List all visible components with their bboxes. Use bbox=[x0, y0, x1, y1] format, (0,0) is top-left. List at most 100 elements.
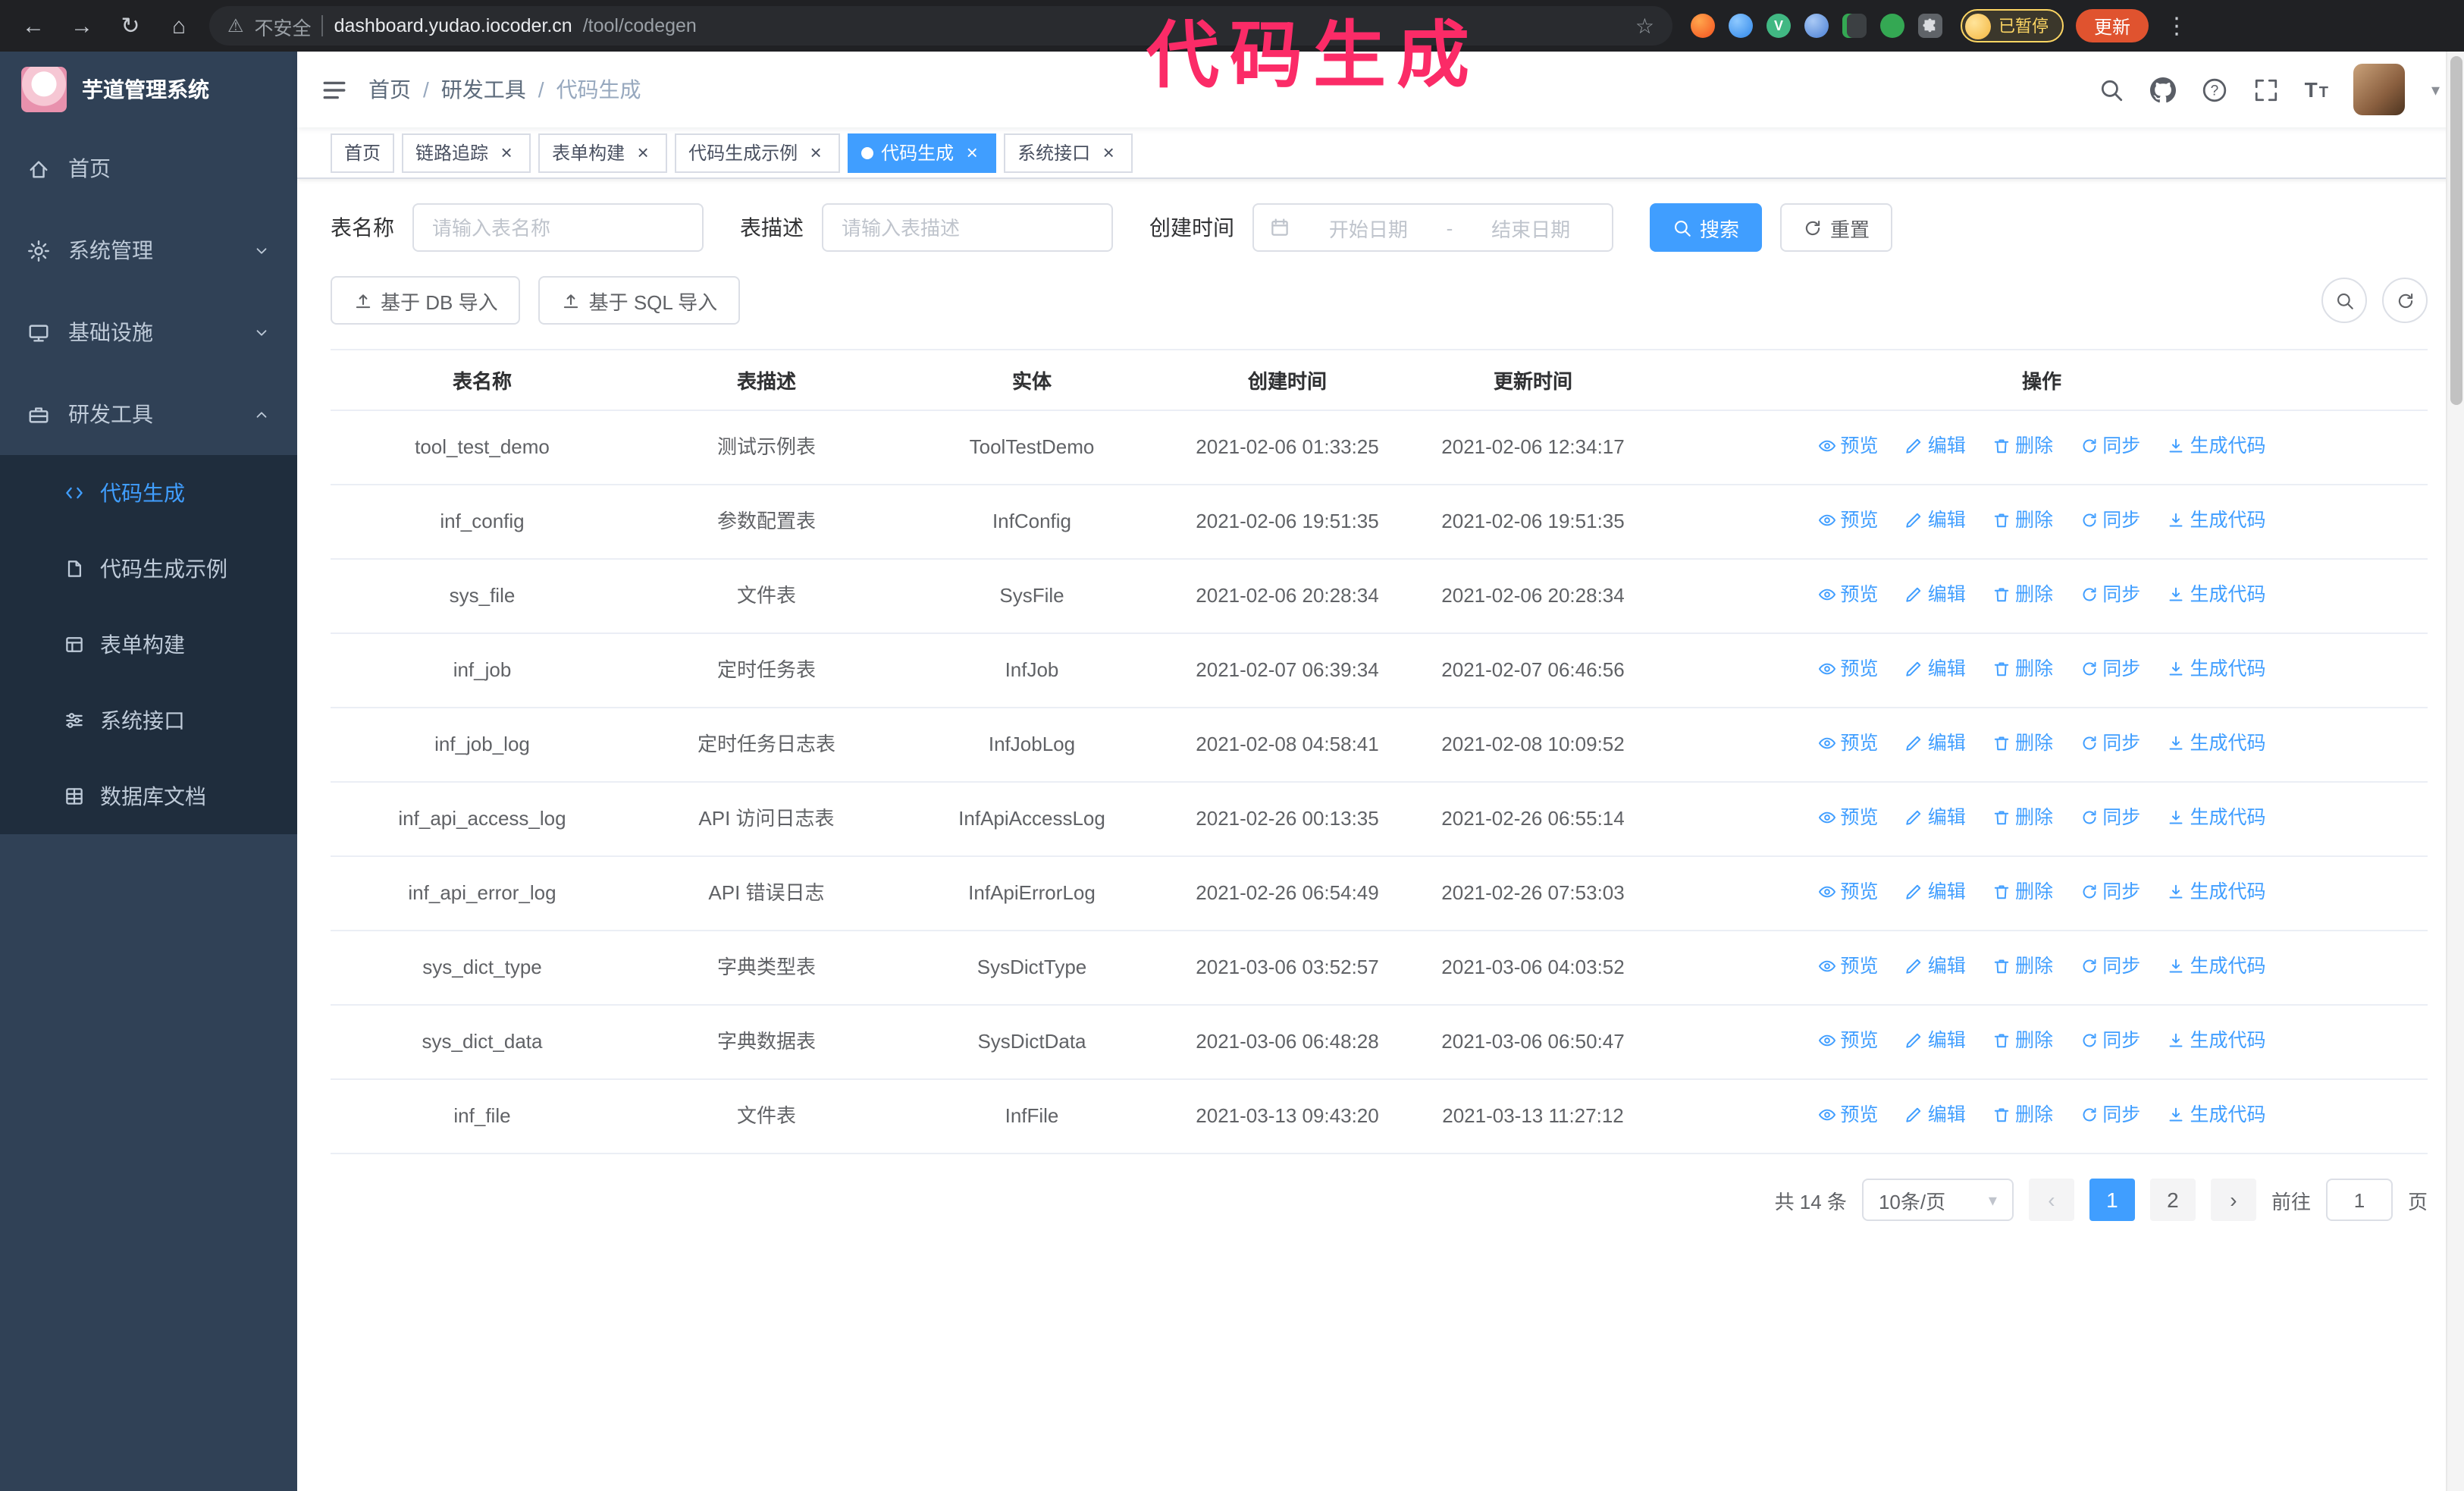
generate-code-link[interactable]: 生成代码 bbox=[2168, 1024, 2266, 1057]
breadcrumb-dev-tools[interactable]: 研发工具 bbox=[441, 74, 526, 105]
extension-icon-blue-drop[interactable] bbox=[1729, 14, 1753, 38]
edit-link[interactable]: 编辑 bbox=[1905, 429, 1966, 463]
address-bar[interactable]: ⚠ 不安全 dashboard.yudao.iocoder.cn/tool/co… bbox=[209, 6, 1672, 46]
edit-link[interactable]: 编辑 bbox=[1905, 1098, 1966, 1132]
sidebar-item-dev-tools[interactable]: 研发工具 bbox=[0, 373, 297, 455]
preview-link[interactable]: 预览 bbox=[1817, 1098, 1878, 1132]
import-db-button[interactable]: 基于 DB 导入 bbox=[331, 276, 521, 325]
delete-link[interactable]: 删除 bbox=[1992, 504, 2053, 537]
prev-page-button[interactable]: ‹ bbox=[2028, 1179, 2074, 1221]
generate-code-link[interactable]: 生成代码 bbox=[2168, 429, 2266, 463]
avatar-caret-down-icon[interactable]: ▾ bbox=[2431, 80, 2440, 99]
view-tab[interactable]: 代码生成示例 × bbox=[675, 133, 841, 172]
generate-code-link[interactable]: 生成代码 bbox=[2168, 504, 2266, 537]
sync-link[interactable]: 同步 bbox=[2080, 727, 2140, 760]
generate-code-link[interactable]: 生成代码 bbox=[2168, 801, 2266, 834]
bookmark-star-icon[interactable]: ☆ bbox=[1635, 13, 1654, 39]
view-tab[interactable]: 首页 × bbox=[331, 133, 395, 172]
extension-icon-green[interactable] bbox=[1880, 14, 1904, 38]
sync-link[interactable]: 同步 bbox=[2080, 875, 2140, 909]
generate-code-link[interactable]: 生成代码 bbox=[2168, 1098, 2266, 1132]
edit-link[interactable]: 编辑 bbox=[1905, 578, 1966, 611]
sidebar-item-codegen[interactable]: 代码生成 bbox=[0, 455, 297, 531]
tab-close-icon[interactable]: × bbox=[1098, 142, 1119, 163]
view-tab[interactable]: 链路追踪 × bbox=[402, 133, 531, 172]
sync-link[interactable]: 同步 bbox=[2080, 801, 2140, 834]
reset-button[interactable]: 重置 bbox=[1780, 203, 1893, 252]
delete-link[interactable]: 删除 bbox=[1992, 429, 2053, 463]
table-name-input[interactable] bbox=[412, 203, 704, 252]
sync-link[interactable]: 同步 bbox=[2080, 429, 2140, 463]
preview-link[interactable]: 预览 bbox=[1817, 727, 1878, 760]
extension-icon-terminal[interactable] bbox=[1842, 14, 1867, 38]
view-tab[interactable]: 代码生成 × bbox=[848, 133, 997, 172]
sync-link[interactable]: 同步 bbox=[2080, 950, 2140, 983]
preview-link[interactable]: 预览 bbox=[1817, 1024, 1878, 1057]
page-button-2[interactable]: 2 bbox=[2149, 1179, 2196, 1221]
generate-code-link[interactable]: 生成代码 bbox=[2168, 652, 2266, 686]
edit-link[interactable]: 编辑 bbox=[1905, 727, 1966, 760]
sidebar-item-form-builder[interactable]: 表单构建 bbox=[0, 607, 297, 683]
sidebar-item-infrastructure[interactable]: 基础设施 bbox=[0, 291, 297, 373]
delete-link[interactable]: 删除 bbox=[1992, 578, 2053, 611]
edit-link[interactable]: 编辑 bbox=[1905, 801, 1966, 834]
delete-link[interactable]: 删除 bbox=[1992, 727, 2053, 760]
delete-link[interactable]: 删除 bbox=[1992, 652, 2053, 686]
delete-link[interactable]: 删除 bbox=[1992, 1024, 2053, 1057]
table-desc-input[interactable] bbox=[822, 203, 1113, 252]
profile-paused-badge[interactable]: 已暂停 bbox=[1961, 9, 2064, 42]
preview-link[interactable]: 预览 bbox=[1817, 801, 1878, 834]
tab-close-icon[interactable]: × bbox=[805, 142, 826, 163]
edit-link[interactable]: 编辑 bbox=[1905, 504, 1966, 537]
font-size-icon[interactable]: TT bbox=[2305, 77, 2328, 102]
edit-link[interactable]: 编辑 bbox=[1905, 875, 1966, 909]
preview-link[interactable]: 预览 bbox=[1817, 652, 1878, 686]
date-range-picker[interactable]: 开始日期 - 结束日期 bbox=[1252, 203, 1613, 252]
browser-forward-icon[interactable]: → bbox=[64, 8, 100, 44]
tab-close-icon[interactable]: × bbox=[961, 142, 983, 163]
generate-code-link[interactable]: 生成代码 bbox=[2168, 727, 2266, 760]
hamburger-icon[interactable] bbox=[321, 77, 347, 102]
refresh-table-button[interactable] bbox=[2382, 278, 2428, 323]
extension-icon-vue-devtools[interactable]: V bbox=[1766, 14, 1791, 38]
tab-close-icon[interactable]: × bbox=[496, 142, 517, 163]
fullscreen-icon[interactable] bbox=[2253, 77, 2279, 102]
breadcrumb-home[interactable]: 首页 bbox=[368, 74, 411, 105]
toggle-search-button[interactable] bbox=[2321, 278, 2367, 323]
sidebar-item-home[interactable]: 首页 bbox=[0, 127, 297, 209]
browser-home-icon[interactable]: ⌂ bbox=[161, 8, 197, 44]
extensions-puzzle-icon[interactable] bbox=[1918, 14, 1942, 38]
sidebar-item-system-api[interactable]: 系统接口 bbox=[0, 683, 297, 758]
extension-icon-people[interactable] bbox=[1804, 14, 1829, 38]
search-icon[interactable] bbox=[2099, 77, 2124, 102]
sidebar-item-db-docs[interactable]: 数据库文档 bbox=[0, 758, 297, 834]
delete-link[interactable]: 删除 bbox=[1992, 1098, 2053, 1132]
view-tab[interactable]: 系统接口 × bbox=[1004, 133, 1133, 172]
preview-link[interactable]: 预览 bbox=[1817, 950, 1878, 983]
sync-link[interactable]: 同步 bbox=[2080, 1098, 2140, 1132]
generate-code-link[interactable]: 生成代码 bbox=[2168, 875, 2266, 909]
next-page-button[interactable]: › bbox=[2210, 1179, 2256, 1221]
github-icon[interactable] bbox=[2149, 77, 2176, 102]
goto-page-input[interactable] bbox=[2325, 1179, 2393, 1221]
delete-link[interactable]: 删除 bbox=[1992, 950, 2053, 983]
sidebar-item-system[interactable]: 系统管理 bbox=[0, 209, 297, 291]
preview-link[interactable]: 预览 bbox=[1817, 578, 1878, 611]
edit-link[interactable]: 编辑 bbox=[1905, 950, 1966, 983]
sync-link[interactable]: 同步 bbox=[2080, 504, 2140, 537]
sync-link[interactable]: 同步 bbox=[2080, 652, 2140, 686]
preview-link[interactable]: 预览 bbox=[1817, 429, 1878, 463]
extension-icon-orange[interactable] bbox=[1691, 14, 1715, 38]
scrollbar-thumb[interactable] bbox=[2450, 56, 2462, 405]
page-button-1[interactable]: 1 bbox=[2089, 1179, 2135, 1221]
sync-link[interactable]: 同步 bbox=[2080, 1024, 2140, 1057]
view-tab[interactable]: 表单构建 × bbox=[538, 133, 668, 172]
browser-update-button[interactable]: 更新 bbox=[2076, 9, 2149, 42]
page-size-select[interactable]: 10条/页 ▾ bbox=[1861, 1179, 2014, 1221]
generate-code-link[interactable]: 生成代码 bbox=[2168, 578, 2266, 611]
edit-link[interactable]: 编辑 bbox=[1905, 1024, 1966, 1057]
delete-link[interactable]: 删除 bbox=[1992, 801, 2053, 834]
browser-back-icon[interactable]: ← bbox=[15, 8, 52, 44]
sidebar-item-codegen-example[interactable]: 代码生成示例 bbox=[0, 531, 297, 607]
preview-link[interactable]: 预览 bbox=[1817, 875, 1878, 909]
